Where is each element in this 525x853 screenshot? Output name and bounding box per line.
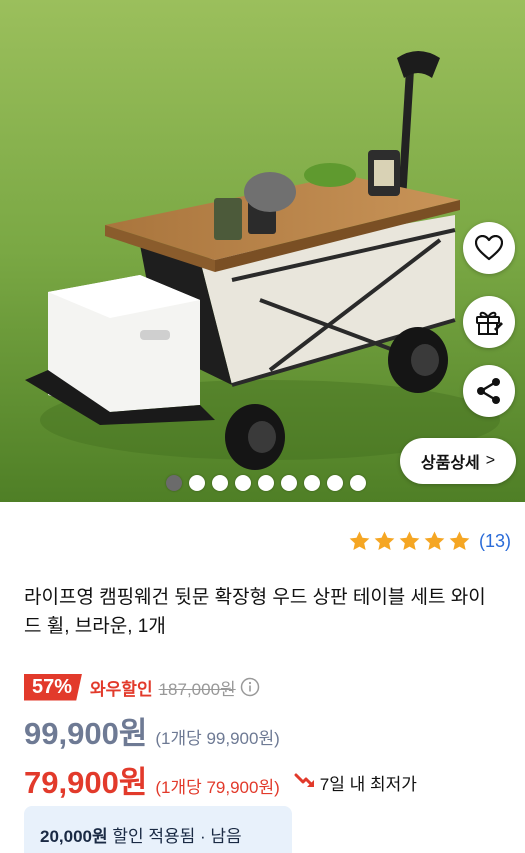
lowest-price-indicator: 7일 내 최저가 [294, 770, 417, 795]
rating-summary[interactable]: (13) [348, 530, 511, 553]
product-detail-button[interactable]: 상품상세 > [400, 438, 516, 484]
wagon-illustration [0, 0, 525, 502]
gallery-dot[interactable] [212, 475, 228, 491]
heart-icon [475, 235, 503, 261]
chevron-right-icon: > [485, 452, 496, 469]
wow-discount-label: 와우할인 [90, 679, 153, 699]
wishlist-button[interactable] [463, 222, 515, 274]
star-icon [349, 531, 370, 551]
gallery-dot[interactable] [166, 475, 182, 491]
share-button[interactable] [463, 365, 515, 417]
discount-badge: 57% [24, 673, 83, 701]
star-icon [424, 531, 445, 551]
coupon-amount: 20,000원 [40, 827, 108, 846]
original-price: 187,000원 [158, 679, 236, 699]
product-detail-label: 상품상세 [420, 455, 480, 472]
wow-price: 79,900원 [24, 765, 148, 800]
star-icon [374, 531, 395, 551]
unit-price-red: (1개당 79,900원) [155, 778, 280, 797]
coupon-banner[interactable]: 20,000원 할인 적용됨 · 남음 [24, 806, 292, 853]
product-title: 라이프영 캠핑웨건 뒷문 확장형 우드 상판 테이블 세트 와이드 휠, 브라운… [24, 587, 486, 637]
gift-button[interactable] [463, 296, 515, 348]
price-block: 57% 와우할인 187,000원 99,900원 (1개당 99,900원) … [24, 670, 514, 802]
coupon-text: 할인 적용됨 · 남음 [112, 827, 242, 846]
gallery-dot[interactable] [281, 475, 297, 491]
star-icon [399, 531, 420, 551]
trend-down-icon [294, 773, 314, 787]
product-image[interactable]: 상품상세 > [0, 0, 525, 502]
share-icon [477, 378, 500, 404]
gallery-dot[interactable] [304, 475, 320, 491]
gallery-pagination [166, 475, 366, 491]
gallery-dot[interactable] [258, 475, 274, 491]
review-count-link[interactable]: (13) [479, 531, 511, 552]
gallery-dot[interactable] [189, 475, 205, 491]
gallery-dot[interactable] [350, 475, 366, 491]
gallery-dot[interactable] [235, 475, 251, 491]
info-icon[interactable] [240, 677, 260, 697]
gallery-dot[interactable] [327, 475, 343, 491]
star-icon [449, 531, 470, 551]
gift-icon [476, 311, 503, 335]
lowest-price-label: 7일 내 최저가 [319, 774, 417, 794]
unit-price-grey: (1개당 99,900원) [155, 729, 280, 748]
sale-price: 99,900원 [24, 716, 148, 751]
